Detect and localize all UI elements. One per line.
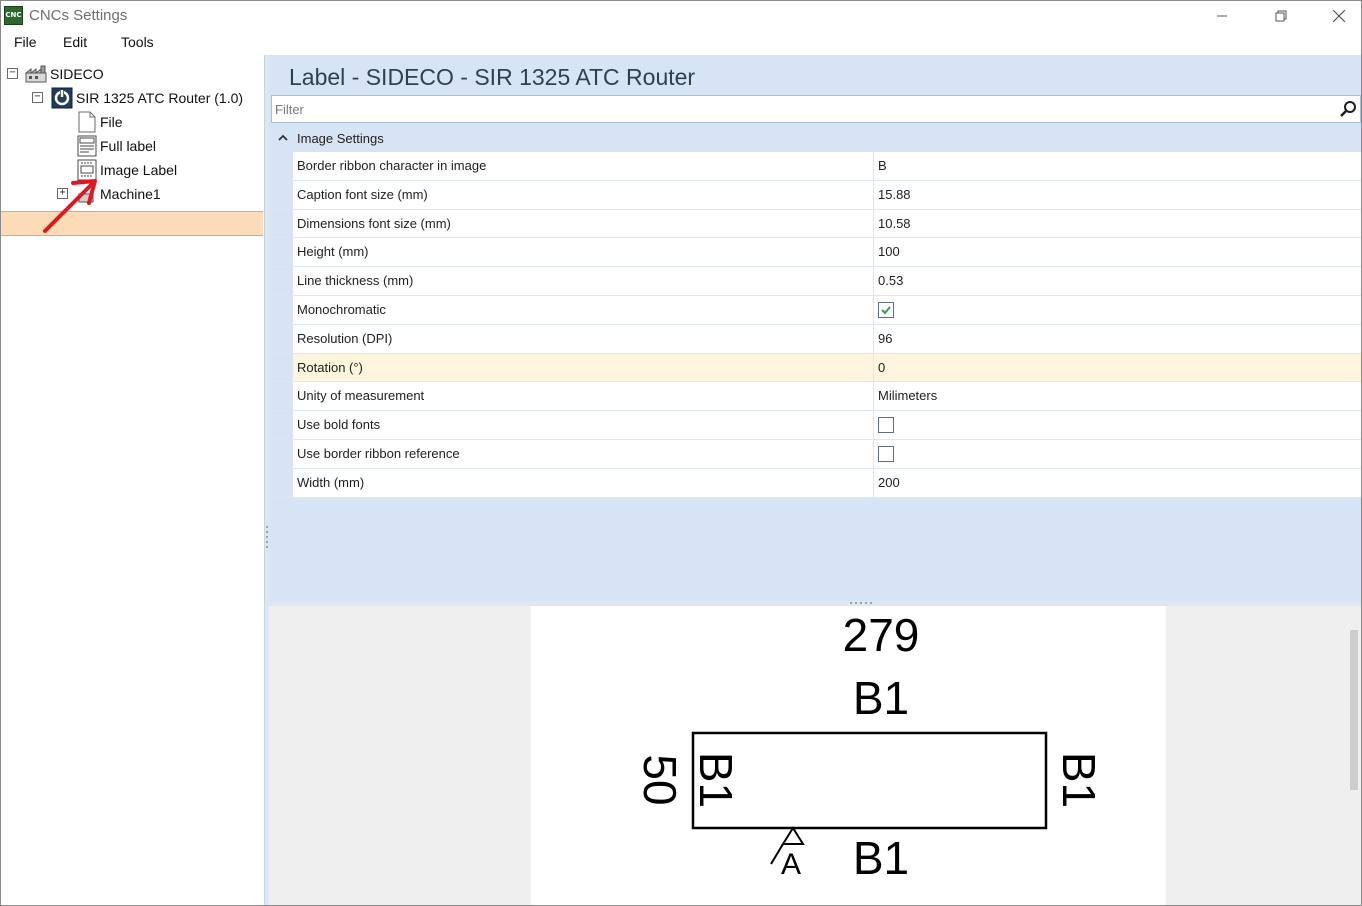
top-edge-label: B1 [853, 672, 909, 724]
property-name: Use bold fonts [297, 417, 381, 433]
tree-item-label: Full label [100, 138, 157, 154]
close-button[interactable] [1316, 1, 1362, 31]
property-value[interactable]: 15.88 [878, 187, 911, 202]
app-window: CNC CNCs Settings File Edit Tools − SIDE… [0, 0, 1362, 906]
property-row[interactable]: Border ribbon character in image B [271, 152, 1361, 181]
property-name: Rotation (°) [297, 359, 363, 375]
property-row[interactable]: Unity of measurement Milimeters [271, 382, 1361, 412]
minimize-icon [1217, 15, 1227, 17]
menu-file[interactable]: File [14, 34, 37, 50]
machine-icon [51, 87, 73, 109]
property-name: Width (mm) [297, 474, 365, 490]
annotation-arrow-icon [43, 179, 97, 233]
tree-item-machine[interactable]: SIR 1325 ATC Router (1.0) [51, 86, 243, 110]
property-row-selected[interactable]: Rotation (°) 0 [271, 353, 1361, 383]
property-name: Monochromatic [297, 301, 386, 317]
property-value[interactable]: 0 [878, 360, 885, 375]
search-icon[interactable] [1340, 100, 1358, 118]
menu-tools[interactable]: Tools [121, 34, 154, 50]
tree-item-label: File [100, 114, 123, 130]
monochromatic-checkbox[interactable] [878, 301, 894, 318]
tree-item-full-label[interactable]: Full label [77, 134, 156, 158]
property-row[interactable]: Dimensions font size (mm) 10.58 [271, 209, 1361, 239]
property-value[interactable]: B [878, 158, 887, 173]
full-label-icon [77, 135, 97, 157]
use-bold-fonts-checkbox[interactable] [878, 417, 894, 434]
property-name: Dimensions font size (mm) [297, 215, 451, 231]
property-row[interactable]: Use border ribbon reference [271, 439, 1361, 469]
property-row[interactable]: Width (mm) 200 [271, 468, 1361, 498]
property-value[interactable]: 100 [878, 244, 900, 259]
use-border-ribbon-reference-checkbox[interactable] [878, 445, 894, 462]
label-preview-canvas: 279 B1 B1 50 B1 B1 A [531, 606, 1166, 905]
property-row[interactable]: Height (mm) 100 [271, 238, 1361, 268]
property-value[interactable]: 10.58 [878, 216, 911, 231]
property-grid: Border ribbon character in image B Capti… [271, 152, 1361, 498]
tree-item-file[interactable]: File [77, 110, 123, 134]
menu-bar: File Edit Tools [1, 31, 1361, 55]
checkmark-icon [881, 306, 891, 315]
tree-item-label: SIR 1325 ATC Router (1.0) [76, 90, 244, 106]
label-drawing: 279 B1 B1 50 B1 B1 A [634, 609, 1105, 884]
reference-triangle-icon [781, 826, 805, 845]
property-row[interactable]: Line thickness (mm) 0.53 [271, 267, 1361, 296]
property-name: Height (mm) [297, 244, 369, 260]
tree-item-sideco[interactable]: SIDECO [25, 62, 104, 86]
filter-input[interactable] [275, 100, 1325, 118]
length-dimension: 279 [843, 609, 920, 661]
menu-edit[interactable]: Edit [63, 34, 87, 50]
property-name: Use border ribbon reference [297, 445, 460, 461]
tree-panel: − SIDECO − SIR 1325 ATC Router (1.0) Fil… [1, 55, 265, 905]
property-row[interactable]: Caption font size (mm) 15.88 [271, 180, 1361, 210]
label-preview-panel: 279 B1 B1 50 B1 B1 A [269, 606, 1361, 905]
page-title: Label - SIDECO - SIR 1325 ATC Router [289, 64, 696, 90]
property-name: Caption font size (mm) [297, 186, 428, 202]
category-label: Image Settings [297, 131, 384, 146]
window-title: CNCs Settings [29, 7, 128, 24]
app-logo-icon: CNC [4, 6, 23, 25]
grip-icon [850, 602, 872, 604]
collapse-machine-toggle[interactable]: − [32, 92, 43, 103]
filter-box [271, 95, 1361, 123]
property-row[interactable]: Monochromatic [271, 295, 1361, 325]
preview-scrollbar[interactable] [1349, 620, 1359, 905]
left-edge-label: B1 [690, 752, 742, 808]
restore-button[interactable] [1258, 1, 1304, 31]
tree-item-label: SIDECO [50, 66, 104, 82]
property-row[interactable]: Use bold fonts [271, 411, 1361, 440]
factory-icon [25, 65, 47, 83]
properties-panel: Label - SIDECO - SIR 1325 ATC Router Ima… [269, 55, 1361, 601]
property-name: Unity of measurement [297, 388, 425, 404]
collapse-root-toggle[interactable]: − [7, 68, 18, 79]
minimize-button[interactable] [1199, 1, 1245, 31]
title-bar: CNC CNCs Settings [1, 1, 1361, 31]
category-image-settings[interactable]: Image Settings [271, 126, 1361, 152]
property-value[interactable]: Milimeters [878, 388, 937, 403]
property-name: Line thickness (mm) [297, 273, 414, 289]
close-icon [1332, 9, 1346, 23]
reference-label: A [781, 848, 801, 881]
property-value[interactable]: 0.53 [878, 273, 903, 288]
property-name: Resolution (DPI) [297, 330, 393, 346]
right-edge-label: B1 [1053, 752, 1105, 808]
chevron-up-icon[interactable] [277, 132, 289, 144]
property-name: Border ribbon character in image [297, 158, 487, 173]
property-row[interactable]: Resolution (DPI) 96 [271, 324, 1361, 354]
piece-outline [691, 731, 1048, 830]
file-icon [78, 111, 96, 133]
bottom-edge-label: B1 [853, 832, 909, 884]
restore-icon [1275, 10, 1287, 22]
property-value[interactable]: 200 [878, 475, 900, 490]
width-dimension: 50 [634, 754, 686, 805]
property-value[interactable]: 96 [878, 331, 892, 346]
